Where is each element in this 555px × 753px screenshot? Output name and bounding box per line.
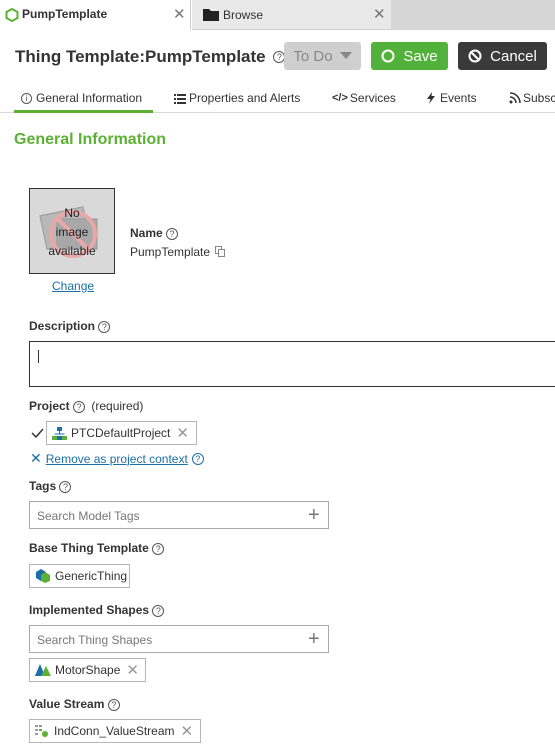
name-value: PumpTemplate <box>130 245 226 259</box>
tab-events[interactable]: Events <box>427 83 477 113</box>
name-label-text: Name <box>130 226 163 240</box>
help-icon[interactable]: ? <box>73 400 86 413</box>
shapes-placeholder: Search Thing Shapes <box>37 633 153 647</box>
save-button[interactable]: Save <box>371 42 448 70</box>
thing-image[interactable]: No image available <box>29 188 115 274</box>
tab-label: Properties and Alerts <box>189 91 301 105</box>
base-template-label: Base Thing Template ? <box>29 541 165 555</box>
folder-icon <box>203 9 219 21</box>
help-icon[interactable]: ? <box>166 227 179 240</box>
description-label-text: Description <box>29 319 96 333</box>
description-label: Description ? <box>29 319 111 333</box>
shape-chip-label: MotorShape <box>55 663 121 677</box>
tab-pumptemplate[interactable]: PumpTemplate ✕ <box>0 0 191 30</box>
no-image-text: No image available <box>30 204 114 261</box>
remove-icon[interactable]: ✕ <box>126 661 139 679</box>
remove-project-link[interactable]: Remove as project context <box>46 452 188 466</box>
help-icon[interactable]: ? <box>152 604 165 617</box>
base-template-chip[interactable]: GenericThing <box>29 564 130 588</box>
tags-label-text: Tags <box>29 479 57 493</box>
value-stream-label-text: Value Stream <box>29 697 105 711</box>
cancel-button[interactable]: Cancel <box>458 42 547 70</box>
circle-icon <box>381 49 395 63</box>
project-chip-label: PTCDefaultProject <box>71 426 171 440</box>
no-image-line: No <box>64 206 80 220</box>
tab-strip: PumpTemplate ✕ Browse ✕ <box>0 0 555 30</box>
tab-label: PumpTemplate <box>22 7 108 21</box>
help-icon[interactable]: ? <box>107 698 120 711</box>
tab-general-information[interactable]: i General Information <box>21 83 142 113</box>
tab-strip-filler <box>391 0 555 30</box>
page-title-text: Thing Template:PumpTemplate <box>15 47 266 66</box>
plus-icon[interactable]: + <box>308 628 320 651</box>
project-hierarchy-icon <box>52 426 67 440</box>
help-icon[interactable]: ? <box>152 542 165 555</box>
tab-label: Services <box>349 91 396 105</box>
tab-properties-and-alerts[interactable]: Properties and Alerts <box>174 83 300 113</box>
value-stream-icon <box>35 725 48 737</box>
tab-label: General Information <box>36 91 143 105</box>
tab-label: Events <box>440 91 477 105</box>
page-title: Thing Template:PumpTemplate ? <box>15 47 286 67</box>
value-stream-chip[interactable]: IndConn_ValueStream ✕ <box>29 719 201 743</box>
value-stream-label: Value Stream ? <box>29 697 120 711</box>
close-icon[interactable]: ✕ <box>173 5 186 23</box>
project-label-text: Project <box>29 399 70 413</box>
text-cursor <box>38 350 39 363</box>
plus-icon[interactable]: + <box>308 504 320 527</box>
tab-services[interactable]: </> Services <box>332 83 396 113</box>
active-tab-indicator <box>14 110 153 113</box>
help-icon[interactable]: ? <box>59 480 72 493</box>
lightning-icon <box>427 92 435 104</box>
value-stream-value: IndConn_ValueStream <box>54 724 175 738</box>
shapes-label: Implemented Shapes ? <box>29 603 165 617</box>
tags-placeholder: Search Model Tags <box>37 509 140 523</box>
name-value-text: PumpTemplate <box>130 245 211 259</box>
no-entry-icon <box>468 49 482 63</box>
caret-down-icon <box>339 52 352 59</box>
project-label: Project ? (required) <box>29 399 143 413</box>
base-template-label-text: Base Thing Template <box>29 541 149 555</box>
change-image-link[interactable]: Change <box>52 279 94 293</box>
remove-project-context[interactable]: ✕ Remove as project context ? <box>30 450 204 467</box>
close-icon[interactable]: ✕ <box>373 5 386 23</box>
required-text: (required) <box>91 399 144 413</box>
todo-button[interactable]: To Do <box>284 42 361 70</box>
project-chip[interactable]: PTCDefaultProject ✕ <box>46 421 197 445</box>
info-icon: i <box>21 92 32 104</box>
help-icon[interactable]: ? <box>191 452 204 465</box>
no-image-line: available <box>48 244 96 258</box>
check-icon <box>31 428 44 438</box>
tab-label: Subsc <box>523 91 555 105</box>
tab-browse[interactable]: Browse ✕ <box>192 0 391 30</box>
copy-icon[interactable] <box>215 246 226 257</box>
rss-icon <box>509 92 521 104</box>
close-icon: ✕ <box>30 450 42 466</box>
thing-shape-icon <box>35 663 51 676</box>
save-label: Save <box>403 47 438 65</box>
todo-label: To Do <box>293 47 333 65</box>
shapes-label-text: Implemented Shapes <box>29 603 150 617</box>
tags-label: Tags ? <box>29 479 72 493</box>
shape-chip[interactable]: MotorShape ✕ <box>29 658 146 682</box>
section-tabs: i General Information Properties and Ale… <box>0 83 555 113</box>
help-icon[interactable]: ? <box>98 320 111 333</box>
code-icon: </> <box>332 92 348 104</box>
remove-icon[interactable]: ✕ <box>181 722 194 740</box>
name-label: Name ? <box>130 226 179 240</box>
remove-icon[interactable]: ✕ <box>176 424 189 442</box>
no-image-line: image <box>55 225 89 239</box>
shapes-search-input[interactable]: Search Thing Shapes + <box>29 625 329 653</box>
thing-template-icon <box>5 8 19 22</box>
tab-label: Browse <box>223 8 264 22</box>
thing-template-icon <box>36 569 50 583</box>
tags-search-input[interactable]: Search Model Tags + <box>29 501 329 529</box>
section-title: General Information <box>14 131 167 148</box>
list-icon <box>174 93 186 104</box>
description-field[interactable] <box>29 341 555 387</box>
tab-subscriptions[interactable]: Subsc <box>509 83 555 113</box>
base-template-value: GenericThing <box>55 569 128 583</box>
cancel-label: Cancel <box>490 47 537 65</box>
